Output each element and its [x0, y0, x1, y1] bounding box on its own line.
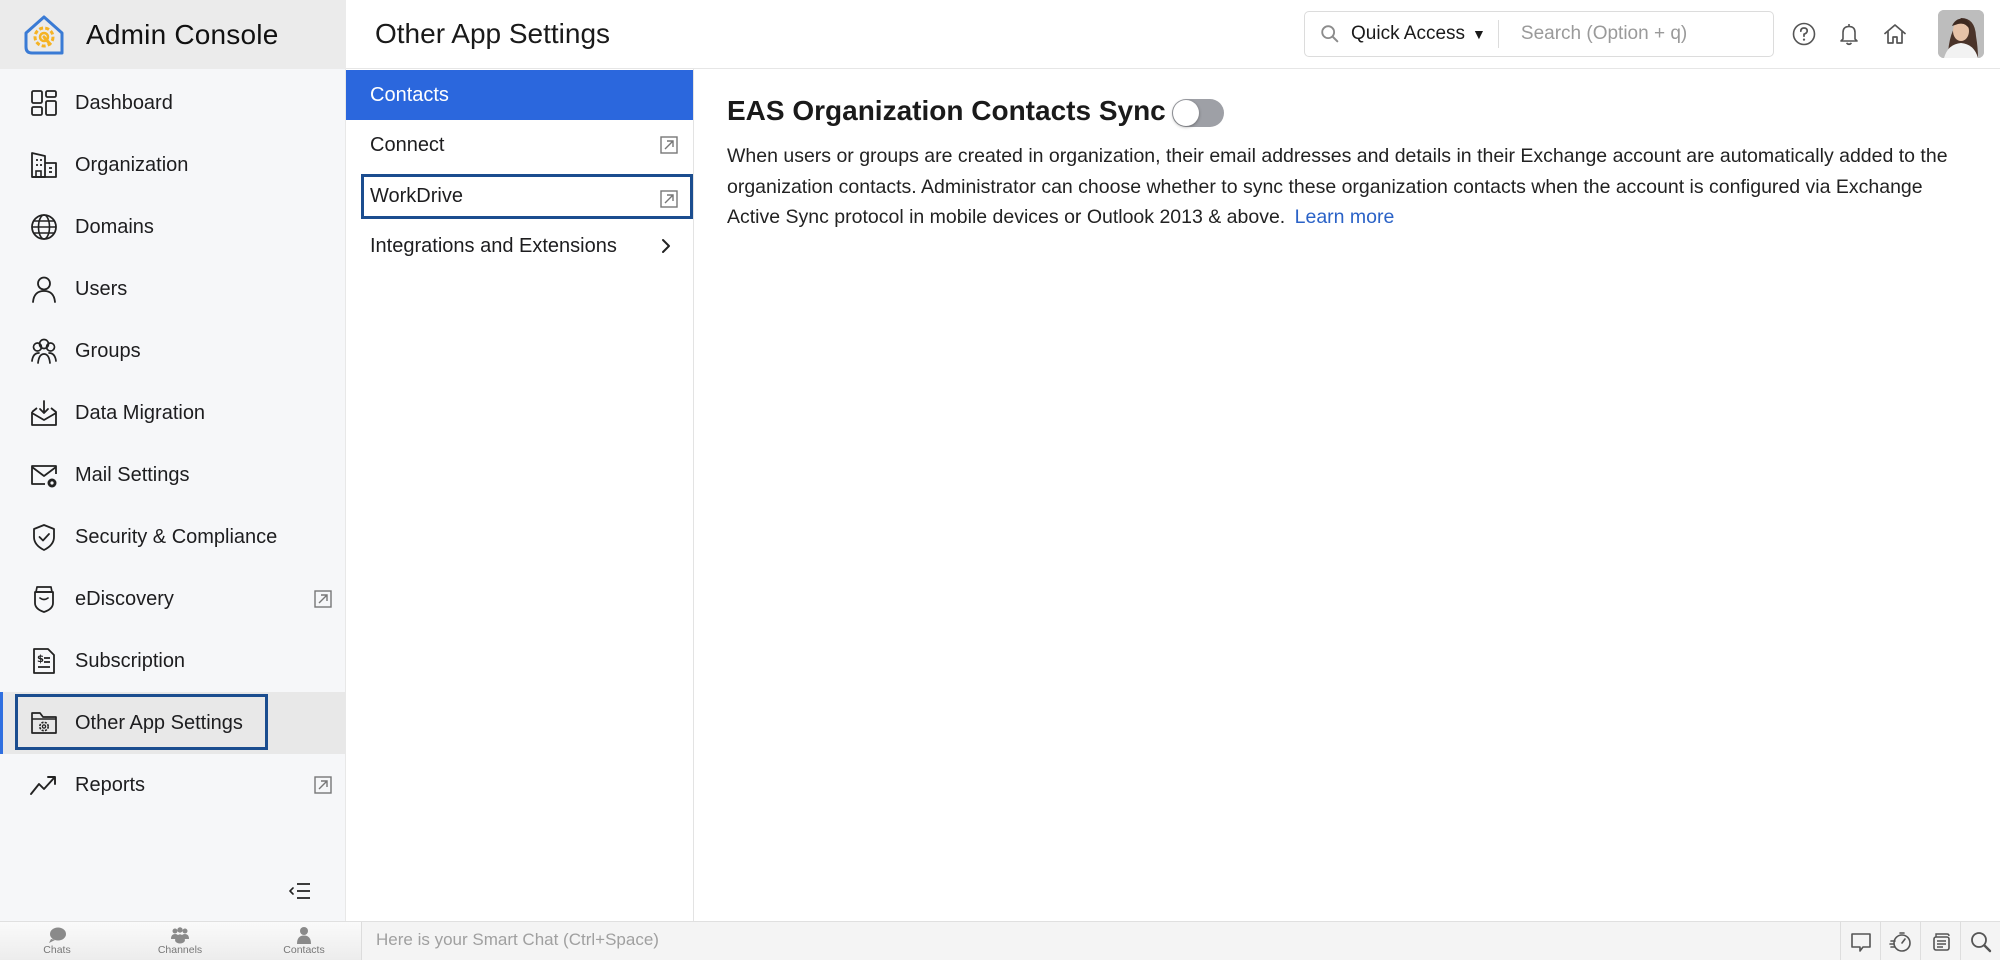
sidebar-item-label: Mail Settings — [75, 463, 190, 486]
sidebar-item-label: Security & Compliance — [75, 525, 278, 548]
chevron-right-icon — [662, 239, 670, 253]
sidebar-item-subscription[interactable]: $ Subscription — [0, 630, 346, 692]
sidebar-item-ediscovery[interactable]: eDiscovery — [0, 568, 346, 630]
submenu-item-integrations-extensions[interactable]: Integrations and Extensions — [346, 221, 693, 271]
submenu-item-connect[interactable]: Connect — [346, 120, 693, 170]
submenu-item-contacts[interactable]: Contacts — [346, 70, 693, 120]
search-icon — [1321, 25, 1339, 43]
sidebar-item-other-app-settings[interactable]: Other App Settings — [0, 692, 346, 754]
invoice-icon: $ — [33, 648, 55, 674]
bell-icon[interactable] — [1835, 20, 1863, 48]
submenu-item-label: Connect — [370, 133, 445, 156]
sidebar-item-groups[interactable]: Groups — [0, 320, 346, 382]
stopwatch-icon — [1888, 931, 1911, 952]
sidebar-item-reports[interactable]: Reports — [0, 754, 346, 816]
toggle-knob — [1172, 100, 1199, 126]
group-icon — [31, 338, 57, 364]
bottom-tab-label: Chats — [43, 944, 71, 956]
search-input[interactable] — [1520, 23, 1741, 45]
submenu-item-label: Contacts — [370, 83, 449, 106]
search-icon — [1970, 931, 1991, 952]
building-icon — [31, 152, 57, 178]
svg-text:$: $ — [37, 654, 44, 665]
notes-icon — [1932, 932, 1950, 951]
quick-access-label: Quick Access — [1351, 23, 1466, 44]
bottom-tab-label: Channels — [157, 944, 203, 956]
chat-tabs: Chats Channels Contacts — [0, 922, 362, 960]
collapse-sidebar-icon[interactable] — [286, 879, 314, 903]
sidebar-nav: Dashboard Organization Domains Users Gro… — [0, 69, 346, 921]
mail-gear-icon — [31, 465, 57, 488]
setting-header: EAS Organization Contacts Sync — [727, 95, 1967, 127]
sidebar-item-users[interactable]: Users — [0, 258, 346, 320]
sidebar-item-label: Organization — [75, 153, 189, 176]
sidebar-item-label: Users — [75, 277, 128, 300]
bottom-tab-chats[interactable]: Chats — [12, 924, 102, 960]
search-button[interactable] — [1960, 922, 2000, 960]
home-icon[interactable] — [1881, 20, 1909, 48]
brand-area: Admin Console — [0, 0, 346, 69]
sidebar-item-label: Domains — [75, 215, 154, 238]
ediscovery-icon — [34, 586, 54, 613]
submenu-item-workdrive[interactable]: WorkDrive — [361, 174, 693, 219]
external-link-icon — [314, 776, 332, 794]
sidebar-item-security-compliance[interactable]: Security & Compliance — [0, 506, 346, 568]
chat-bubble-icon — [49, 927, 66, 943]
setting-description: When users or groups are created in orga… — [727, 141, 1967, 233]
submenu-item-label: WorkDrive — [370, 185, 463, 207]
sidebar-item-data-migration[interactable]: Data Migration — [0, 382, 346, 444]
globe-icon — [31, 214, 57, 240]
submenu-item-label: Integrations and Extensions — [370, 234, 617, 257]
trend-icon — [30, 776, 56, 795]
sidebar-item-domains[interactable]: Domains — [0, 196, 346, 258]
quick-access-dropdown[interactable]: Quick Access ▼ — [1351, 23, 1486, 45]
sidebar-item-mail-settings[interactable]: Mail Settings — [0, 444, 346, 506]
shield-check-icon — [33, 524, 55, 551]
external-link-icon — [660, 190, 678, 208]
learn-more-link[interactable]: Learn more — [1295, 206, 1395, 228]
bottom-tab-label: Contacts — [283, 944, 325, 956]
main-content: EAS Organization Contacts Sync When user… — [727, 95, 1967, 233]
search-divider — [1497, 20, 1499, 48]
bottom-tab-channels[interactable]: Channels — [135, 924, 225, 960]
notes-button[interactable] — [1920, 922, 1960, 960]
external-link-icon — [314, 590, 332, 608]
folder-gear-icon — [31, 712, 57, 734]
external-link-icon — [660, 136, 678, 154]
contact-person-icon — [297, 927, 311, 944]
sidebar-item-dashboard[interactable]: Dashboard — [0, 72, 346, 134]
top-bar: Other App Settings Quick Access ▼ — [346, 0, 2000, 69]
dashboard-icon — [31, 90, 57, 116]
admin-console-logo-icon — [24, 15, 64, 54]
message-button[interactable] — [1840, 922, 1880, 960]
sidebar-item-label: Subscription — [75, 649, 186, 672]
avatar[interactable] — [1938, 10, 1984, 58]
sidebar-item-label: Groups — [75, 339, 141, 362]
inbox-download-icon — [31, 400, 57, 426]
sidebar-item-label: Dashboard — [75, 91, 173, 114]
other-app-settings-submenu: Contacts Connect WorkDrive Integrations … — [346, 69, 694, 921]
quick-access-search: Quick Access ▼ — [1304, 11, 1774, 57]
smart-chat-input[interactable]: Here is your Smart Chat (Ctrl+Space) — [376, 930, 659, 950]
user-icon — [32, 276, 56, 303]
sidebar-item-label: Other App Settings — [75, 711, 243, 734]
caret-down-icon: ▼ — [1472, 26, 1486, 42]
sidebar-item-label: eDiscovery — [75, 587, 174, 610]
bottom-bar: Chats Channels Contacts Here is your Sma… — [0, 921, 2000, 960]
sidebar-item-label: Reports — [75, 773, 146, 796]
sidebar-item-organization[interactable]: Organization — [0, 134, 346, 196]
bottom-tab-contacts[interactable]: Contacts — [259, 924, 349, 960]
stopwatch-button[interactable] — [1880, 922, 1920, 960]
help-icon[interactable] — [1790, 20, 1818, 48]
app-title: Admin Console — [86, 18, 279, 50]
sidebar-item-label: Data Migration — [75, 401, 206, 424]
message-icon — [1850, 932, 1871, 952]
page-title: Other App Settings — [375, 18, 611, 49]
eas-sync-toggle[interactable] — [1171, 99, 1224, 127]
avatar-image — [1938, 10, 1984, 58]
setting-title: EAS Organization Contacts Sync — [727, 95, 1166, 126]
channels-icon — [171, 927, 189, 944]
